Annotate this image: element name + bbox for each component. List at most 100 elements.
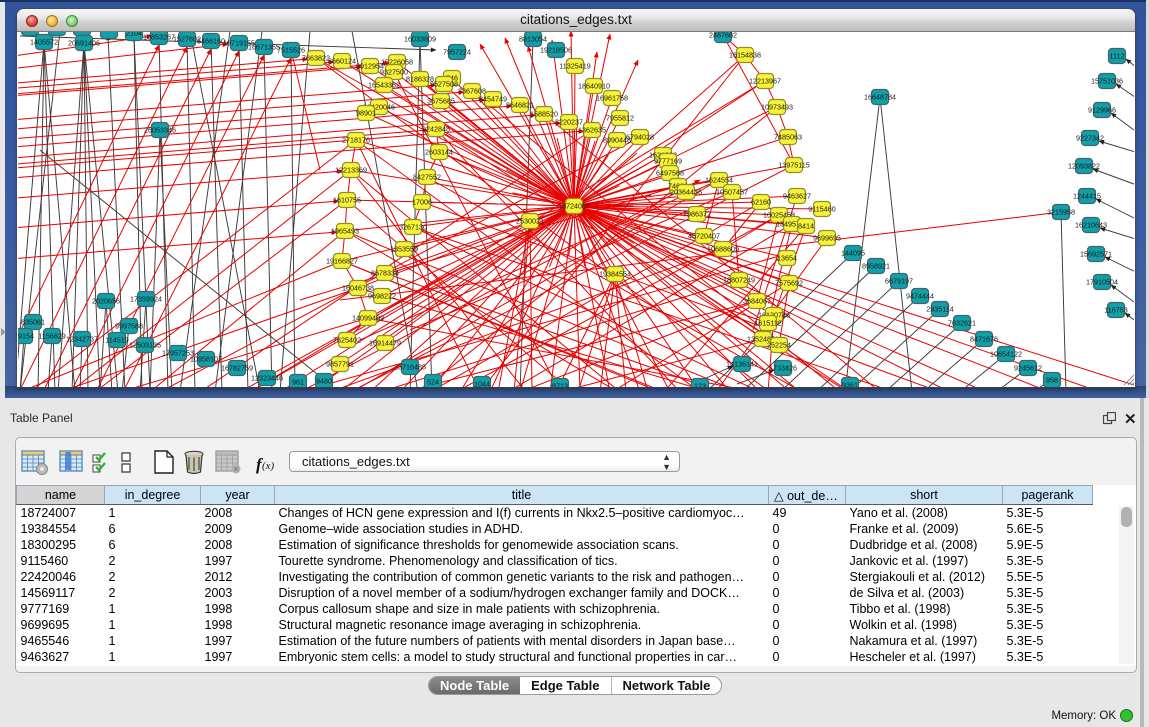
svg-text:1624554: 1624554 — [705, 175, 733, 184]
svg-text:12213967: 12213967 — [749, 76, 781, 85]
svg-text:9327500: 9327500 — [380, 67, 408, 76]
svg-text:958: 958 — [1046, 375, 1058, 384]
svg-text:6794028: 6794028 — [626, 132, 654, 141]
svg-text:123: 123 — [694, 381, 706, 387]
svg-text:45720407: 45720407 — [688, 231, 720, 240]
svg-text:18724007: 18724007 — [558, 201, 590, 210]
svg-text:19218506: 19218506 — [540, 45, 572, 54]
svg-text:16782759: 16782759 — [221, 363, 253, 372]
svg-text:7625402: 7625402 — [333, 335, 361, 344]
svg-text:7957224: 7957224 — [443, 47, 471, 56]
svg-text:1044: 1044 — [474, 379, 490, 387]
svg-text:9129966: 9129966 — [1088, 105, 1116, 114]
svg-text:20691406: 20691406 — [68, 38, 100, 47]
svg-text:3675685: 3675685 — [427, 96, 455, 105]
svg-text:10688609: 10688609 — [707, 244, 739, 253]
svg-text:19384554: 19384554 — [599, 269, 631, 278]
svg-text:1615112: 1615112 — [754, 318, 781, 327]
svg-text:9361: 9361 — [842, 380, 858, 387]
svg-text:2530021: 2530021 — [516, 216, 544, 225]
svg-text:7955812: 7955812 — [606, 113, 634, 122]
svg-text:17006: 17006 — [412, 197, 432, 206]
svg-text:8427552: 8427552 — [413, 172, 441, 181]
svg-text:1405572: 1405572 — [30, 37, 58, 46]
svg-text:17359924: 17359924 — [130, 294, 162, 303]
svg-text:14099489: 14099489 — [352, 313, 384, 322]
svg-text:10958107: 10958107 — [190, 354, 222, 363]
svg-text:13975115: 13975115 — [778, 160, 809, 169]
svg-text:8660124: 8660124 — [328, 56, 356, 65]
svg-text:9997588: 9997588 — [115, 321, 143, 330]
svg-text:3215958: 3215958 — [1047, 207, 1075, 216]
svg-text:2718176: 2718176 — [342, 135, 370, 144]
svg-text:(x): (x) — [262, 460, 275, 472]
svg-text:16914479: 16914479 — [369, 338, 401, 347]
svg-text:16648784: 16648784 — [864, 92, 896, 101]
svg-text:10654122: 10654122 — [990, 349, 1022, 358]
svg-text:6497568: 6497568 — [656, 168, 684, 177]
svg-text:13716485: 13716485 — [394, 362, 426, 371]
svg-text:835061: 835061 — [21, 317, 45, 326]
svg-text:524: 524 — [427, 377, 439, 386]
svg-text:16543362: 16543362 — [368, 80, 400, 89]
svg-text:9698222: 9698222 — [368, 291, 396, 300]
svg-text:8958921: 8958921 — [862, 261, 890, 270]
svg-text:7663822: 7663822 — [302, 53, 330, 62]
svg-text:1112: 1112 — [1110, 51, 1125, 60]
svg-text:252254: 252254 — [767, 340, 791, 349]
svg-text:2020656: 2020656 — [92, 296, 120, 305]
svg-text:12342737: 12342737 — [66, 334, 98, 343]
svg-text:10853267: 10853267 — [143, 32, 175, 41]
svg-text:9777169: 9777169 — [654, 156, 682, 165]
svg-text:9245612: 9245612 — [1014, 363, 1042, 372]
svg-text:20364436: 20364436 — [670, 187, 702, 196]
svg-text:12093822: 12093822 — [1068, 161, 1100, 170]
svg-text:3684067: 3684067 — [743, 296, 771, 305]
svg-text:39154: 39154 — [18, 331, 34, 340]
svg-text:7515526: 7515526 — [277, 45, 305, 54]
svg-text:1610755: 1610755 — [333, 195, 361, 204]
svg-text:9857791: 9857791 — [326, 359, 354, 368]
svg-text:8678334: 8678334 — [371, 268, 399, 277]
svg-text:16033809: 16033809 — [404, 34, 436, 43]
svg-text:12323446: 12323446 — [251, 373, 283, 382]
svg-text:7986372: 7986372 — [683, 209, 711, 218]
svg-text:1156829: 1156829 — [38, 331, 65, 340]
svg-text:116753: 116753 — [1104, 305, 1127, 314]
svg-text:9115460: 9115460 — [808, 204, 835, 213]
svg-text:15692571: 15692571 — [1080, 249, 1112, 258]
svg-text:2104: 2104 — [126, 32, 142, 37]
svg-text:9527508: 9527508 — [430, 79, 458, 88]
svg-text:2487682: 2487682 — [709, 32, 737, 39]
svg-text:98901: 98901 — [356, 108, 376, 117]
svg-text:144095: 144095 — [841, 248, 865, 257]
svg-text:8813054: 8813054 — [519, 34, 547, 43]
svg-text:9242848: 9242848 — [422, 124, 450, 133]
svg-text:6679197: 6679197 — [885, 276, 913, 285]
svg-text:7485063: 7485063 — [774, 132, 802, 141]
svg-text:13654: 13654 — [777, 253, 797, 262]
svg-text:2935114: 2935114 — [926, 304, 953, 313]
svg-text:9480: 9480 — [316, 376, 332, 385]
svg-text:10973493: 10973493 — [761, 102, 793, 111]
svg-text:16154838: 16154838 — [729, 50, 761, 59]
svg-text:12213369: 12213369 — [335, 165, 367, 174]
svg-text:16210643: 16210643 — [1075, 220, 1107, 229]
svg-text:1733426: 1733426 — [769, 363, 797, 372]
svg-text:18640910: 18640910 — [578, 81, 610, 90]
svg-text:3267130: 3267130 — [399, 222, 427, 231]
svg-text:9474444: 9474444 — [906, 291, 934, 300]
svg-text:1353559: 1353559 — [390, 244, 418, 253]
svg-text:6466160: 6466160 — [197, 36, 225, 45]
svg-text:1362635: 1362635 — [578, 125, 606, 134]
svg-text:62160: 62160 — [751, 197, 771, 206]
svg-text:8471676: 8471676 — [970, 334, 998, 343]
svg-text:1244415: 1244415 — [1073, 191, 1101, 200]
svg-text:9699695: 9699695 — [813, 233, 841, 242]
svg-text:15751036: 15751036 — [1091, 76, 1123, 85]
svg-text:8414: 8414 — [798, 221, 814, 230]
svg-text:16671355: 16671355 — [248, 42, 280, 51]
svg-text:114519: 114519 — [105, 335, 128, 344]
svg-text:9227342: 9227342 — [1076, 133, 1104, 142]
svg-text:2603144: 2603144 — [425, 147, 453, 156]
